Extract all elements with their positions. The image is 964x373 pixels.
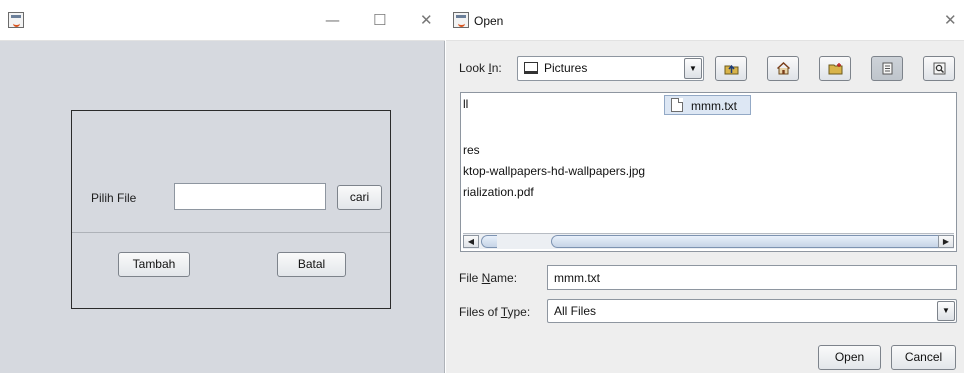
details-view-button[interactable] <box>923 56 955 81</box>
file-type-label: Files of Type: <box>459 305 531 319</box>
scroll-left-icon[interactable]: ◀ <box>463 235 479 248</box>
panel-divider <box>72 232 390 233</box>
file-name-label: File Name: <box>459 271 518 285</box>
dialog-titlebar: Open ✕ <box>446 0 964 41</box>
selected-file-item[interactable]: mmm.txt <box>664 95 751 115</box>
file-type-combo[interactable]: All Files ▼ <box>547 299 957 323</box>
list-item[interactable]: ktop-wallpapers-hd-wallpapers.jpg <box>463 164 645 178</box>
home-button[interactable] <box>767 56 799 81</box>
dialog-close-button[interactable]: ✕ <box>944 12 957 28</box>
list-item[interactable]: ll <box>463 97 468 111</box>
look-in-value: Pictures <box>544 61 588 75</box>
dialog-title: Open <box>474 14 504 28</box>
horizontal-scrollbar[interactable]: ◀ ▶ <box>463 233 954 249</box>
file-name-input[interactable]: mmm.txt <box>547 265 957 290</box>
new-folder-button[interactable] <box>819 56 851 81</box>
browse-button[interactable]: cari <box>337 185 382 210</box>
look-in-label: Look In: <box>459 61 502 75</box>
java-app-icon <box>8 12 24 28</box>
drive-icon <box>524 62 538 74</box>
chevron-down-icon[interactable]: ▼ <box>684 58 702 79</box>
home-icon <box>776 62 791 75</box>
main-window-titlebar: — ☐ ✕ <box>0 0 445 41</box>
look-in-combo[interactable]: Pictures ▼ <box>517 56 704 81</box>
file-label: Pilih File <box>91 191 137 205</box>
list-item[interactable]: rialization.pdf <box>463 185 534 199</box>
file-name-value: mmm.txt <box>554 271 600 285</box>
chevron-down-icon[interactable]: ▼ <box>937 301 955 321</box>
add-button[interactable]: Tambah <box>118 252 190 277</box>
minimize-button[interactable]: — <box>325 12 340 28</box>
list-view-icon <box>882 62 893 75</box>
file-path-input[interactable] <box>174 183 326 210</box>
selected-file-label: mmm.txt <box>691 99 737 113</box>
main-window: — ☐ ✕ Pilih File cari Tambah Batal <box>0 0 445 373</box>
java-app-icon <box>453 12 469 28</box>
scrollbar-track-edge <box>481 235 497 248</box>
file-list[interactable]: ll mmm.txt res ktop-wallpapers-hd-wallpa… <box>460 92 957 252</box>
up-one-level-button[interactable] <box>715 56 747 81</box>
open-button[interactable]: Open <box>818 345 881 370</box>
dialog-cancel-button[interactable]: Cancel <box>891 345 956 370</box>
new-folder-icon <box>828 63 843 75</box>
close-button[interactable]: ✕ <box>420 12 433 28</box>
list-item[interactable]: res <box>463 143 480 157</box>
up-one-level-icon <box>724 64 739 75</box>
cancel-button[interactable]: Batal <box>277 252 346 277</box>
file-icon <box>671 98 683 112</box>
list-view-button[interactable] <box>871 56 903 81</box>
maximize-button[interactable]: ☐ <box>373 12 386 28</box>
details-view-icon <box>933 62 946 75</box>
scrollbar-thumb[interactable] <box>551 235 944 248</box>
file-type-value: All Files <box>554 304 597 318</box>
scroll-right-icon[interactable]: ▶ <box>938 235 954 248</box>
